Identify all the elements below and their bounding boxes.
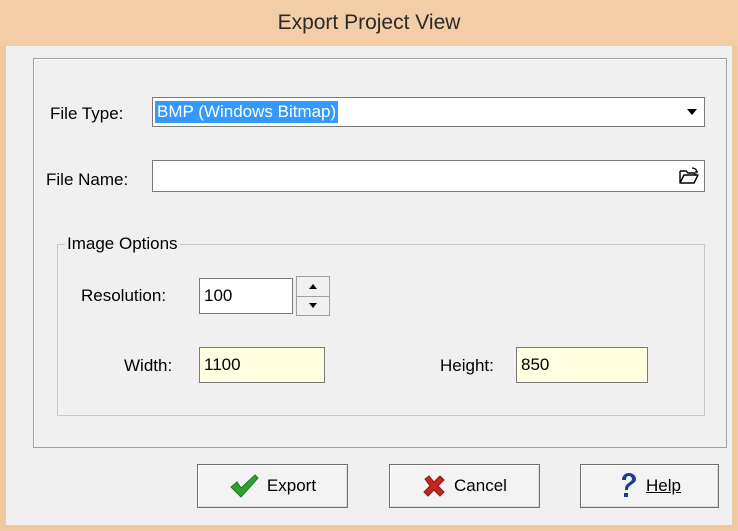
file-type-label: File Type: [50,104,124,123]
window-title: Export Project View [277,11,461,34]
triangle-down-icon[interactable] [297,296,329,315]
export-button[interactable]: Export [197,464,348,508]
chevron-down-icon[interactable] [682,101,702,123]
width-field[interactable]: 1100 [199,347,325,383]
image-options-group [57,244,705,416]
checkmark-icon [229,473,259,499]
resolution-stepper[interactable] [296,276,330,316]
height-field[interactable]: 850 [516,347,648,383]
export-button-label: Export [266,476,317,495]
help-button[interactable]: Help [580,464,719,508]
resolution-label: Resolution: [81,286,167,305]
question-mark-icon [618,472,638,500]
open-folder-icon[interactable] [677,164,701,188]
x-icon [422,474,446,498]
cancel-button[interactable]: Cancel [389,464,540,508]
resolution-input[interactable]: 100 [199,278,293,314]
triangle-up-icon[interactable] [297,277,329,297]
help-button-label: Help [646,476,681,495]
width-label: Width: [124,356,173,375]
file-name-input[interactable] [152,160,705,192]
cancel-button-label: Cancel [454,476,507,495]
file-name-label: File Name: [46,170,129,189]
image-options-label: Image Options [65,234,180,254]
file-type-dropdown[interactable]: BMP (Windows Bitmap) [152,97,705,127]
height-label: Height: [440,356,494,375]
file-type-selected-value: BMP (Windows Bitmap) [155,101,339,123]
window-title-bar[interactable]: Export Project View [0,0,738,46]
